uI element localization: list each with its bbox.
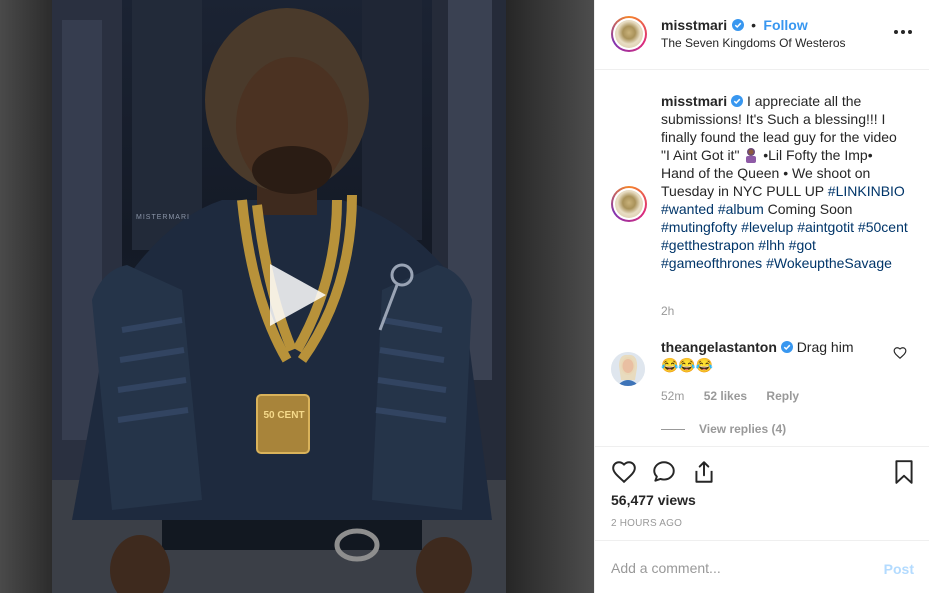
post-location[interactable]: The Seven Kingdoms Of Westeros: [661, 36, 846, 50]
add-comment-bar: Post: [595, 540, 929, 593]
comment-text: Drag him: [796, 339, 854, 355]
caption-text-3: Coming Soon: [767, 201, 853, 217]
share-icon[interactable]: [691, 459, 717, 485]
comment-icon[interactable]: [651, 459, 677, 485]
comment-body: theangelastanton Drag him 😂😂😂: [661, 338, 891, 374]
commenter-username[interactable]: theangelastanton: [661, 339, 777, 355]
pendant-text: 50 CENT: [263, 410, 305, 421]
hashtag-wokeupthesavage[interactable]: #WokeuptheSavage: [766, 255, 892, 271]
hashtag-50cent[interactable]: #50cent: [858, 219, 908, 235]
author-username[interactable]: misstmari: [661, 17, 727, 33]
replies-divider: [661, 429, 685, 431]
hashtag-mutingfofty[interactable]: #mutingfofty: [661, 219, 737, 235]
view-replies-button[interactable]: View replies (4): [661, 422, 786, 436]
play-icon[interactable]: [262, 260, 332, 330]
hashtag-getthestrapon[interactable]: #getthestrapon: [661, 237, 754, 253]
hashtag-aintgotit[interactable]: #aintgotit: [797, 219, 854, 235]
post-actions-bar: 56,477 views 2 HOURS AGO: [595, 446, 929, 538]
verified-badge-icon: [780, 341, 793, 353]
comment-emoji: 😂😂😂: [661, 357, 714, 373]
author-avatar[interactable]: [611, 16, 647, 52]
post-side-panel: misstmari • Follow The Seven Kingdoms Of…: [594, 0, 929, 593]
comment-meta: 52m 52 likes Reply: [661, 389, 815, 403]
more-options-icon[interactable]: [892, 22, 914, 42]
add-comment-input[interactable]: [609, 555, 863, 581]
hashtag-album[interactable]: #album: [718, 201, 764, 217]
view-replies-label[interactable]: View replies (4): [699, 422, 786, 436]
hashtag-wanted[interactable]: #wanted: [661, 201, 714, 217]
hashtag-levelup[interactable]: #levelup: [741, 219, 793, 235]
follow-button[interactable]: Follow: [763, 17, 807, 33]
bookmark-icon[interactable]: [891, 459, 917, 485]
verified-badge-icon: [731, 19, 744, 31]
caption-author-avatar[interactable]: [611, 186, 647, 222]
verified-badge-icon: [731, 95, 744, 107]
view-count[interactable]: 56,477 views: [611, 492, 696, 508]
comment-reply-button[interactable]: Reply: [766, 389, 799, 403]
hashtag-lhh[interactable]: #lhh: [758, 237, 784, 253]
post-video[interactable]: 50 CENT MISTERMARI: [0, 0, 594, 593]
post-caption: misstmari I appreciate all the submissio…: [661, 92, 909, 272]
like-comment-heart-icon[interactable]: [893, 346, 907, 360]
video-letterbox-right: [506, 0, 594, 593]
hashtag-gameofthrones[interactable]: #gameofthrones: [661, 255, 762, 271]
video-letterbox-left: [0, 0, 52, 593]
commenter-avatar[interactable]: [611, 352, 645, 386]
person-shrugging-emoji-icon: [746, 148, 757, 163]
header-separator: •: [751, 17, 756, 33]
heart-icon[interactable]: [611, 459, 637, 485]
header-user-line: misstmari • Follow: [661, 17, 808, 35]
comment-time[interactable]: 52m: [661, 389, 684, 403]
post-header: misstmari • Follow The Seven Kingdoms Of…: [595, 0, 929, 70]
post-comment-button[interactable]: Post: [884, 561, 914, 577]
video-watermark: MISTERMARI: [136, 214, 190, 221]
comment-likes[interactable]: 52 likes: [704, 389, 747, 403]
caption-timestamp[interactable]: 2h: [661, 304, 674, 318]
caption-username[interactable]: misstmari: [661, 93, 727, 109]
hashtag-got[interactable]: #got: [789, 237, 816, 253]
post-timestamp[interactable]: 2 HOURS AGO: [611, 518, 682, 529]
hashtag-linkinbio[interactable]: #LINKINBIO: [828, 183, 905, 199]
